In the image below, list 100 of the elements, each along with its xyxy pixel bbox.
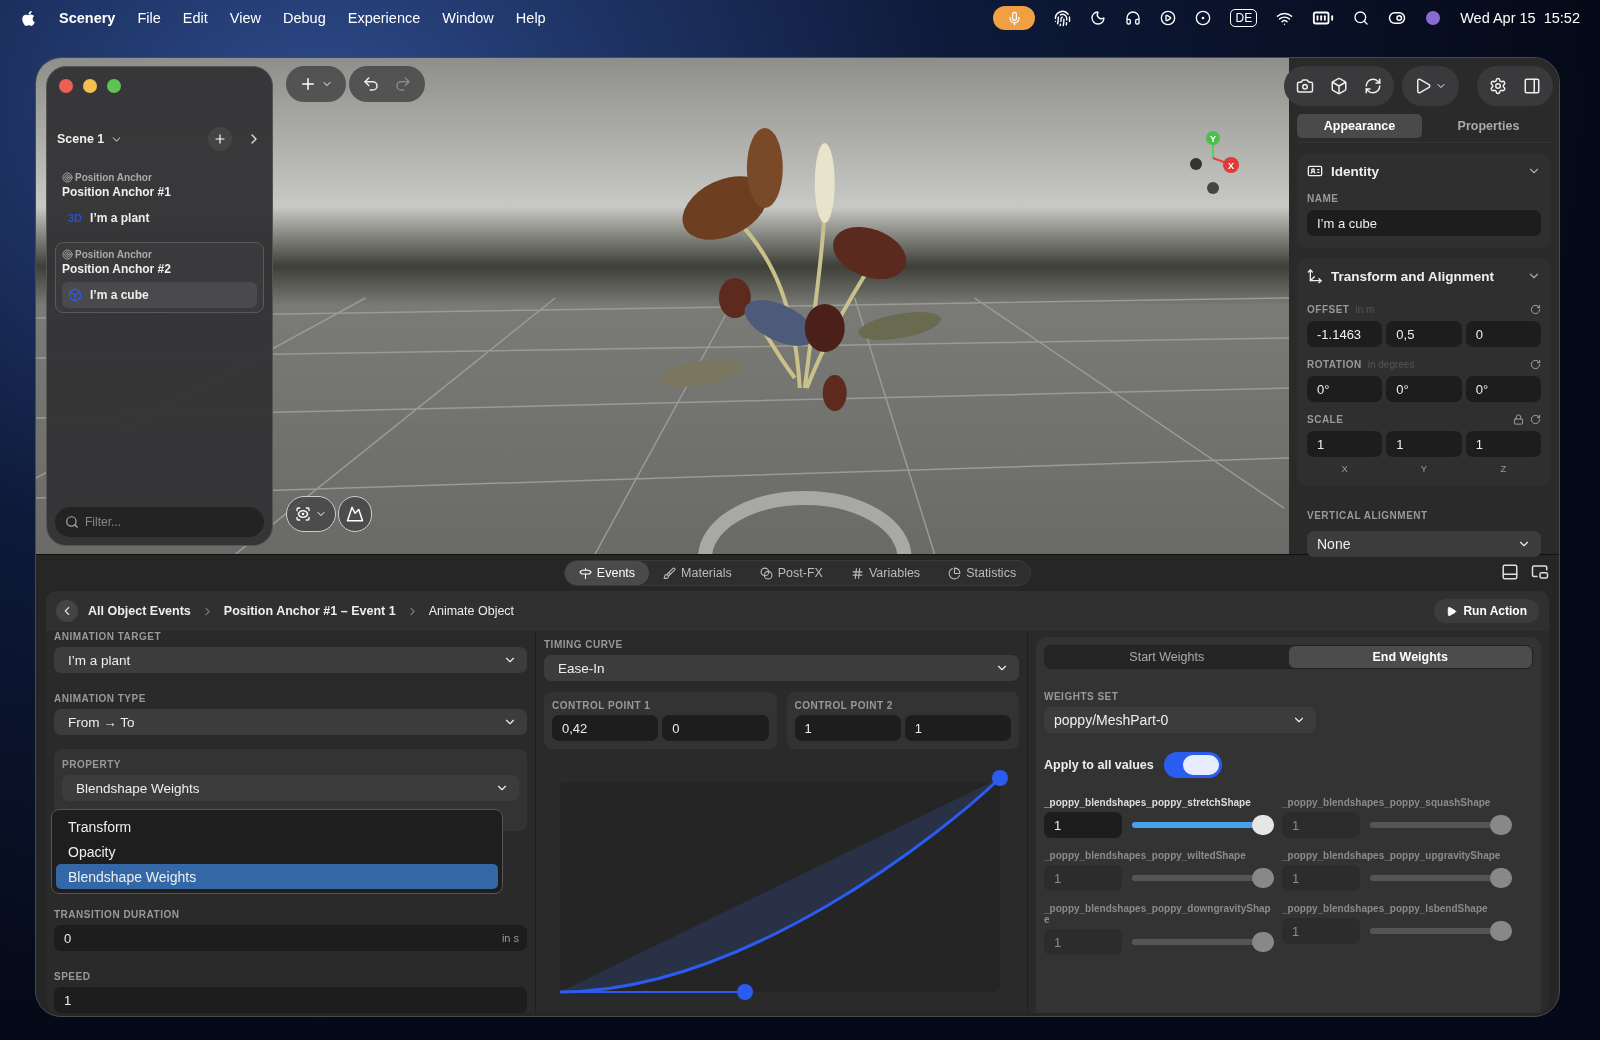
inspector-tab[interactable]: Properties: [1426, 114, 1551, 138]
scene-item[interactable]: I’m a cube: [62, 282, 257, 308]
target-select[interactable]: I’m a plant: [54, 647, 527, 673]
add-button[interactable]: [208, 127, 232, 151]
lock-icon[interactable]: [1513, 414, 1524, 425]
microphone-indicator[interactable]: [993, 6, 1036, 30]
settings-button[interactable]: [1489, 77, 1507, 95]
number-field[interactable]: 0,5: [1386, 321, 1462, 347]
slider-thumb[interactable]: [1490, 815, 1512, 835]
menu-item[interactable]: Window: [442, 10, 494, 26]
camera-button[interactable]: [1296, 77, 1314, 95]
slider-thumb[interactable]: [1490, 921, 1512, 941]
menu-option[interactable]: Blendshape Weights: [56, 864, 498, 889]
minimize-button[interactable]: [83, 79, 97, 93]
number-field[interactable]: -1.1463: [1307, 321, 1383, 347]
fingerprint-icon[interactable]: [1054, 9, 1072, 27]
number-field[interactable]: 0: [1465, 321, 1541, 347]
panel-tab[interactable]: Post-FX: [745, 561, 837, 585]
axis-gizmo-drawing[interactable]: [1190, 131, 1239, 194]
slider[interactable]: [1370, 815, 1512, 835]
moon-icon[interactable]: [1090, 10, 1107, 26]
axis-label: Y: [1419, 463, 1429, 474]
slider-thumb[interactable]: [1490, 868, 1512, 888]
zoom-button[interactable]: [107, 79, 121, 93]
reset-icon[interactable]: [1530, 304, 1541, 315]
slider-thumb[interactable]: [1252, 868, 1274, 888]
section-title: Transform and Alignment: [1331, 268, 1494, 284]
timing-select[interactable]: Ease-In: [544, 655, 1019, 681]
slider-thumb[interactable]: [1252, 815, 1274, 835]
record-icon[interactable]: [1195, 10, 1212, 26]
number-field[interactable]: 1: [904, 715, 1011, 741]
menu-item[interactable]: Debug: [283, 10, 326, 26]
control-center-icon[interactable]: [1388, 9, 1407, 27]
menu-option[interactable]: Opacity: [56, 839, 498, 864]
weights-set-select[interactable]: poppy/MeshPart-0: [1044, 707, 1316, 733]
panel-tab[interactable]: Variables: [836, 561, 935, 585]
anchor-group[interactable]: Position Anchor Position Anchor #2 I’m a cube: [55, 242, 264, 313]
alignment-select[interactable]: None: [1307, 531, 1541, 557]
siri-icon[interactable]: [1425, 10, 1442, 26]
number-field[interactable]: 1: [1386, 431, 1462, 457]
redo-icon: [394, 75, 412, 93]
number-field[interactable]: 0°: [1465, 376, 1541, 402]
slider[interactable]: [1132, 868, 1274, 888]
number-field[interactable]: 0°: [1386, 376, 1462, 402]
run-action-button[interactable]: Run Action: [1434, 599, 1539, 623]
breadcrumb-item[interactable]: All Object Events: [88, 604, 191, 618]
weights-tab[interactable]: End Weights: [1288, 646, 1532, 668]
speed-field[interactable]: 1: [54, 987, 527, 1013]
field-label: SPEED: [54, 971, 92, 982]
scene-item[interactable]: 3D I’m a plant: [62, 205, 257, 231]
slider[interactable]: [1132, 815, 1274, 835]
headphones-icon[interactable]: [1125, 10, 1142, 26]
number-field[interactable]: 0°: [1307, 376, 1383, 402]
close-button[interactable]: [59, 79, 73, 93]
breadcrumb-item[interactable]: Position Anchor #1 – Event 1: [223, 604, 396, 618]
search-icon[interactable]: [1353, 10, 1370, 26]
number-field[interactable]: 1: [1044, 812, 1122, 838]
search-icon: [65, 515, 79, 529]
slider[interactable]: [1132, 932, 1274, 952]
cube-button[interactable]: [1330, 77, 1348, 95]
menu-option[interactable]: Transform: [56, 814, 498, 839]
name-field[interactable]: I’m a cube: [1307, 210, 1541, 236]
panel-tab[interactable]: Materials: [649, 561, 746, 585]
input-source[interactable]: DE: [1230, 9, 1258, 27]
menu-item[interactable]: Experience: [347, 10, 421, 26]
filter-field[interactable]: Filter...: [55, 507, 264, 537]
number-field[interactable]: 1: [1307, 431, 1383, 457]
sidebar-toggle-button[interactable]: [1523, 77, 1541, 95]
anchor-group[interactable]: Position Anchor Position Anchor #1 3D I’m a plant: [55, 165, 264, 236]
weights-tab[interactable]: Start Weights: [1045, 646, 1289, 668]
slider[interactable]: [1370, 868, 1512, 888]
play-icon[interactable]: [1160, 10, 1177, 26]
number-field[interactable]: 1: [794, 715, 901, 741]
breadcrumb-item[interactable]: Animate Object: [428, 604, 515, 618]
settings-icon: [1489, 77, 1507, 95]
back-button[interactable]: [56, 600, 78, 622]
reset-icon[interactable]: [1530, 414, 1541, 425]
number-field[interactable]: 1: [1465, 431, 1541, 457]
menu-item[interactable]: Help: [515, 10, 546, 26]
scene-title[interactable]: Scene 1: [57, 132, 105, 146]
slider-thumb[interactable]: [1252, 932, 1274, 952]
property-select[interactable]: Blendshape Weights: [62, 775, 519, 801]
toggle-switch[interactable]: [1163, 752, 1222, 778]
menu-item[interactable]: Edit: [182, 10, 208, 26]
apple-icon[interactable]: [20, 9, 37, 27]
inspector-tab[interactable]: Appearance: [1297, 114, 1422, 138]
type-select[interactable]: From → To: [54, 709, 527, 735]
number-field[interactable]: 0: [662, 715, 769, 741]
panel-bottom-icon[interactable]: [1501, 563, 1519, 581]
undo-button[interactable]: [362, 75, 380, 93]
menu-item[interactable]: View: [229, 10, 261, 26]
reset-icon[interactable]: [1530, 359, 1541, 370]
picture-in-picture-icon[interactable]: [1531, 563, 1549, 581]
slider[interactable]: [1370, 921, 1512, 941]
refresh-button[interactable]: [1364, 77, 1382, 95]
app-menu[interactable]: Scenery: [59, 10, 116, 26]
panel-tab[interactable]: Statistics: [934, 561, 1031, 585]
menu-item[interactable]: File: [137, 10, 161, 26]
panel-tab[interactable]: Events: [564, 561, 650, 585]
number-field[interactable]: 0,42: [552, 715, 659, 741]
